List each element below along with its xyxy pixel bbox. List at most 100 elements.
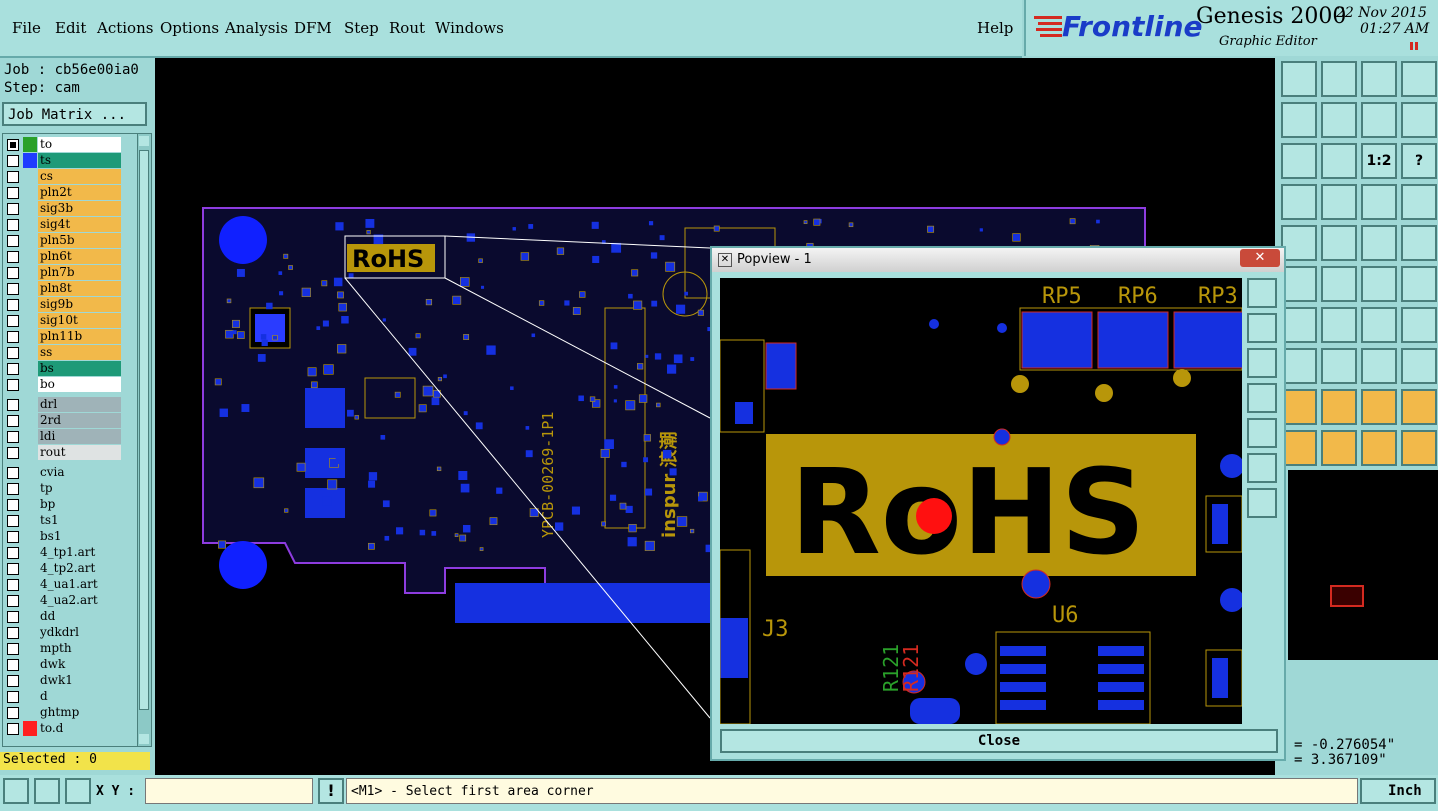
layer-color-swatch[interactable] bbox=[23, 609, 37, 624]
layer-name[interactable]: rout bbox=[38, 445, 121, 460]
layer-row[interactable]: dd bbox=[5, 609, 121, 624]
window-icon[interactable] bbox=[1401, 61, 1437, 97]
layer-name[interactable]: bs1 bbox=[38, 529, 121, 544]
menu-options[interactable]: Options bbox=[160, 19, 219, 37]
layer-name[interactable]: pln7b bbox=[38, 265, 121, 280]
pv-right-icon[interactable] bbox=[1247, 418, 1277, 448]
layer-checkbox[interactable] bbox=[7, 347, 19, 359]
xy-input[interactable] bbox=[145, 778, 313, 804]
scroll-up-arrow-icon[interactable] bbox=[139, 136, 149, 146]
layer-name[interactable]: sig3b bbox=[38, 201, 121, 216]
layer-row[interactable]: sig4t bbox=[5, 217, 121, 232]
layer-row[interactable]: pln8t bbox=[5, 281, 121, 296]
layer-name[interactable]: 4_ua2.art bbox=[38, 593, 121, 608]
layer-row[interactable]: ts1 bbox=[5, 513, 121, 528]
angle-icon[interactable] bbox=[1281, 307, 1317, 343]
layer-color-swatch[interactable] bbox=[23, 641, 37, 656]
pv-home-icon[interactable] bbox=[1247, 313, 1277, 343]
layer-checkbox[interactable] bbox=[7, 251, 19, 263]
layer-row[interactable]: 4_tp2.art bbox=[5, 561, 121, 576]
menu-file[interactable]: File bbox=[12, 19, 41, 37]
layer-color-swatch[interactable] bbox=[23, 265, 37, 280]
component-icon[interactable] bbox=[1361, 184, 1397, 220]
layer-color-swatch[interactable] bbox=[23, 397, 37, 412]
layer-color-swatch[interactable] bbox=[23, 169, 37, 184]
layer-color-swatch[interactable] bbox=[23, 689, 37, 704]
layer-checkbox[interactable] bbox=[7, 187, 19, 199]
layer-color-swatch[interactable] bbox=[23, 625, 37, 640]
layer-color-swatch[interactable] bbox=[23, 465, 37, 480]
pad-red-icon[interactable] bbox=[1281, 348, 1317, 384]
layer-row[interactable]: 4_ua1.art bbox=[5, 577, 121, 592]
layer-row[interactable]: bs1 bbox=[5, 529, 121, 544]
layer-name[interactable]: dwk1 bbox=[38, 673, 121, 688]
diagonal-icon[interactable] bbox=[1321, 307, 1357, 343]
layer-name[interactable]: dd bbox=[38, 609, 121, 624]
layer-color-swatch[interactable] bbox=[23, 577, 37, 592]
pv-left-icon[interactable] bbox=[1247, 383, 1277, 413]
layer-checkbox[interactable] bbox=[7, 723, 19, 735]
layer-color-swatch[interactable] bbox=[23, 345, 37, 360]
connect-icon[interactable] bbox=[1401, 266, 1437, 302]
layer-name[interactable]: pln11b bbox=[38, 329, 121, 344]
layer-name[interactable]: mpth bbox=[38, 641, 121, 656]
home-icon[interactable] bbox=[1361, 61, 1397, 97]
layer-color-swatch[interactable] bbox=[23, 413, 37, 428]
cursor-path-icon[interactable] bbox=[1401, 430, 1437, 466]
layer-name[interactable]: 4_ua1.art bbox=[38, 577, 121, 592]
layer-checkbox[interactable] bbox=[7, 219, 19, 231]
layer-color-swatch[interactable] bbox=[23, 497, 37, 512]
scroll-thumb[interactable] bbox=[139, 150, 149, 710]
measure-icon[interactable] bbox=[34, 778, 60, 804]
layer-checkbox[interactable] bbox=[7, 691, 19, 703]
layer-name[interactable]: pln2t bbox=[38, 185, 121, 200]
pad-tool-icon[interactable] bbox=[1401, 225, 1437, 261]
layer-color-swatch[interactable] bbox=[23, 361, 37, 376]
layer-name[interactable]: 4_tp2.art bbox=[38, 561, 121, 576]
layer-row[interactable]: mpth bbox=[5, 641, 121, 656]
layer-row[interactable]: tp bbox=[5, 481, 121, 496]
layer-checkbox[interactable] bbox=[7, 627, 19, 639]
layer-row[interactable]: to.d bbox=[5, 721, 121, 736]
layer-checkbox[interactable] bbox=[7, 139, 19, 151]
layer-row[interactable]: pln7b bbox=[5, 265, 121, 280]
layer-row[interactable]: ydkdrl bbox=[5, 625, 121, 640]
layer-row[interactable]: cvia bbox=[5, 465, 121, 480]
redraw-icon[interactable] bbox=[1401, 102, 1437, 138]
layer-checkbox[interactable] bbox=[7, 283, 19, 295]
menu-dfm[interactable]: DFM bbox=[294, 19, 332, 37]
layer-color-swatch[interactable] bbox=[23, 529, 37, 544]
popview-titlebar[interactable]: ✕ Popview - 1 ✕ bbox=[712, 248, 1284, 272]
pv-zoom-icon[interactable] bbox=[1247, 278, 1277, 308]
layer-color-swatch[interactable] bbox=[23, 249, 37, 264]
layer-color-swatch[interactable] bbox=[23, 445, 37, 460]
vertex-icon[interactable] bbox=[1361, 266, 1397, 302]
popview-canvas[interactable]: RP5 RP6 RP3 RoHS J3 U6 R121 R121 bbox=[720, 278, 1242, 724]
zoom-area-icon[interactable] bbox=[3, 778, 29, 804]
layer-name[interactable]: to.d bbox=[38, 721, 121, 736]
layer-checkbox[interactable] bbox=[7, 203, 19, 215]
layer-name[interactable]: pln8t bbox=[38, 281, 121, 296]
layer-row[interactable]: drl bbox=[5, 397, 121, 412]
layer-checkbox[interactable] bbox=[7, 315, 19, 327]
layer-color-swatch[interactable] bbox=[23, 593, 37, 608]
layer-color-swatch[interactable] bbox=[23, 201, 37, 216]
layer-row[interactable]: pln11b bbox=[5, 329, 121, 344]
layer-name[interactable]: tp bbox=[38, 481, 121, 496]
help-icon[interactable]: ? bbox=[1401, 143, 1437, 179]
layer-checkbox[interactable] bbox=[7, 235, 19, 247]
layer-row[interactable]: dwk bbox=[5, 657, 121, 672]
layer-name[interactable]: d bbox=[38, 689, 121, 704]
layer-color-swatch[interactable] bbox=[23, 153, 37, 168]
move-up-icon[interactable] bbox=[1281, 61, 1317, 97]
measure-tool-icon[interactable] bbox=[1361, 225, 1397, 261]
center-icon[interactable] bbox=[1361, 348, 1397, 384]
layer-name[interactable]: 4_tp1.art bbox=[38, 545, 121, 560]
layer-color-swatch[interactable] bbox=[23, 313, 37, 328]
layer-row[interactable]: pln6t bbox=[5, 249, 121, 264]
units-select[interactable]: Inch bbox=[1360, 778, 1436, 804]
layer-row[interactable]: dwk1 bbox=[5, 673, 121, 688]
cursor-box-icon[interactable] bbox=[1361, 430, 1397, 466]
layer-checkbox[interactable] bbox=[7, 595, 19, 607]
layer-name[interactable]: bo bbox=[38, 377, 121, 392]
